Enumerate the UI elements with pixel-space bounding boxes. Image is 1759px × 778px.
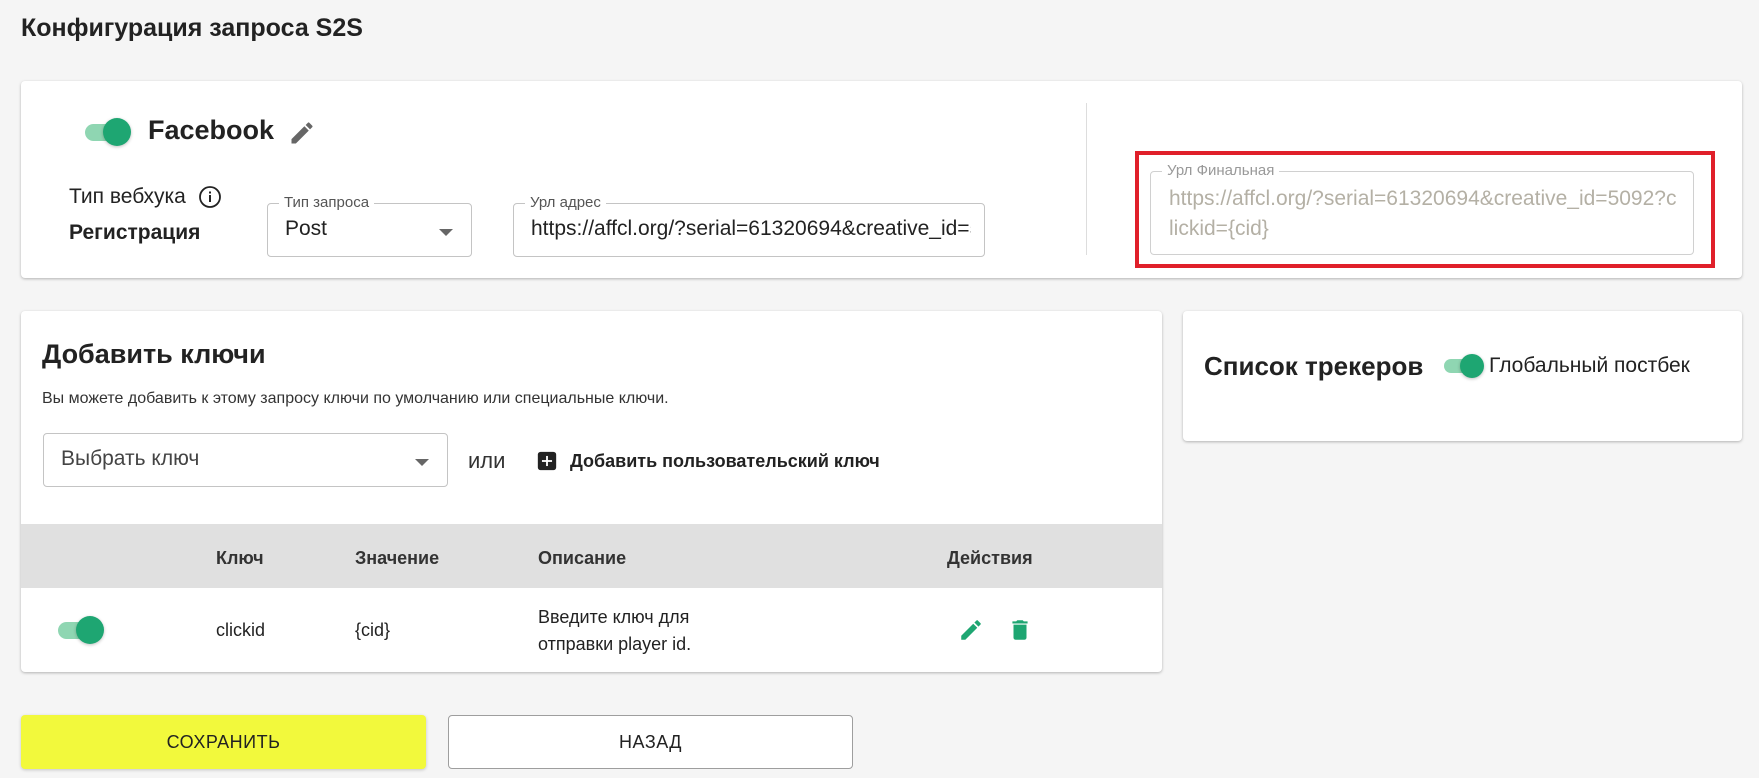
row-description-line1: Введите ключ для	[538, 607, 690, 627]
key-select[interactable]: Выбрать ключ	[43, 433, 448, 487]
final-url-value: https://affcl.org/?serial=61320694&creat…	[1169, 187, 1677, 240]
request-type-select[interactable]: Тип запроса Post	[267, 195, 472, 257]
global-postback-toggle[interactable]	[1444, 353, 1484, 378]
url-input[interactable]: Урл адрес https://affcl.org/?serial=6132…	[513, 195, 985, 257]
row-key: clickid	[216, 620, 266, 640]
back-button[interactable]: НАЗАД	[448, 715, 853, 769]
save-button[interactable]: СОХРАНИТЬ	[21, 715, 426, 769]
key-select-placeholder: Выбрать ключ	[61, 447, 200, 470]
edit-key-icon[interactable]	[958, 617, 984, 643]
vertical-divider	[1086, 103, 1087, 255]
page-title: Конфигурация запроса S2S	[21, 14, 363, 42]
column-value: Значение	[355, 548, 440, 568]
key-enabled-toggle[interactable]	[58, 615, 104, 644]
column-actions: Действия	[947, 548, 1033, 568]
edit-name-icon[interactable]	[288, 119, 316, 147]
keys-title: Добавить ключи	[42, 339, 266, 369]
column-key: Ключ	[216, 548, 264, 568]
request-type-value: Post	[285, 217, 328, 240]
webhook-type-label: Тип вебхука	[69, 185, 186, 208]
url-value: https://affcl.org/?serial=61320694&creat…	[531, 217, 971, 240]
or-label: или	[468, 448, 506, 473]
row-value: {cid}	[355, 620, 391, 640]
final-url-label: Урл Финальная	[1162, 163, 1280, 179]
integration-name: Facebook	[148, 115, 275, 145]
add-custom-key-button[interactable]: Добавить пользовательский ключ	[536, 446, 880, 476]
chevron-down-icon	[439, 229, 453, 236]
delete-key-icon[interactable]	[1007, 617, 1033, 643]
url-label: Урл адрес	[525, 195, 606, 211]
integration-enabled-toggle[interactable]	[85, 117, 131, 146]
final-url-highlight: Урл Финальная https://affcl.org/?serial=…	[1135, 151, 1715, 268]
column-description: Описание	[538, 548, 627, 568]
trackers-title: Список трекеров	[1204, 351, 1424, 381]
final-url-field: Урл Финальная https://affcl.org/?serial=…	[1150, 163, 1694, 255]
global-postback-label: Глобальный постбек	[1489, 354, 1690, 377]
webhook-type-value: Регистрация	[69, 221, 201, 244]
keys-description: Вы можете добавить к этому запросу ключи…	[42, 390, 669, 407]
request-type-label: Тип запроса	[279, 195, 375, 211]
trackers-card: Список трекеров Глобальный постбек	[1183, 311, 1742, 441]
chevron-down-icon	[415, 459, 429, 466]
plus-box-icon	[536, 450, 558, 472]
integration-card: Facebook Тип вебхука Регистрация Тип зап…	[21, 81, 1742, 278]
info-icon[interactable]	[198, 185, 222, 209]
row-description-line2: отправки player id.	[538, 634, 692, 654]
table-row	[21, 588, 1162, 672]
add-custom-key-label: Добавить пользовательский ключ	[570, 450, 880, 471]
